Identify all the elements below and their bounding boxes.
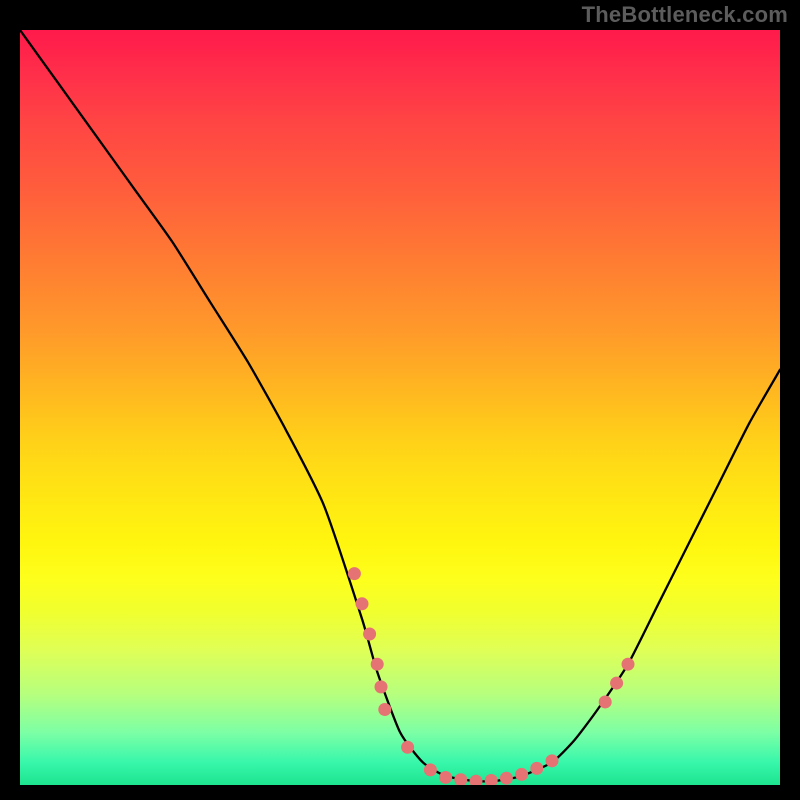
data-marker [424,763,437,776]
data-marker [599,695,612,708]
data-marker [515,768,528,781]
curve-line [20,30,780,781]
marker-group [348,567,635,785]
data-marker [348,567,361,580]
data-marker [622,658,635,671]
chart-svg [20,30,780,785]
data-marker [500,772,513,785]
data-marker [356,597,369,610]
data-marker [610,677,623,690]
watermark-text: TheBottleneck.com [582,2,788,28]
data-marker [378,703,391,716]
data-marker [375,680,388,693]
data-marker [530,762,543,775]
data-marker [371,658,384,671]
data-marker [470,775,483,785]
data-marker [485,774,498,785]
plot-area [20,30,780,785]
data-marker [546,754,559,767]
data-marker [454,773,467,785]
data-marker [439,771,452,784]
chart-container: TheBottleneck.com [0,0,800,800]
data-marker [363,628,376,641]
data-marker [401,741,414,754]
